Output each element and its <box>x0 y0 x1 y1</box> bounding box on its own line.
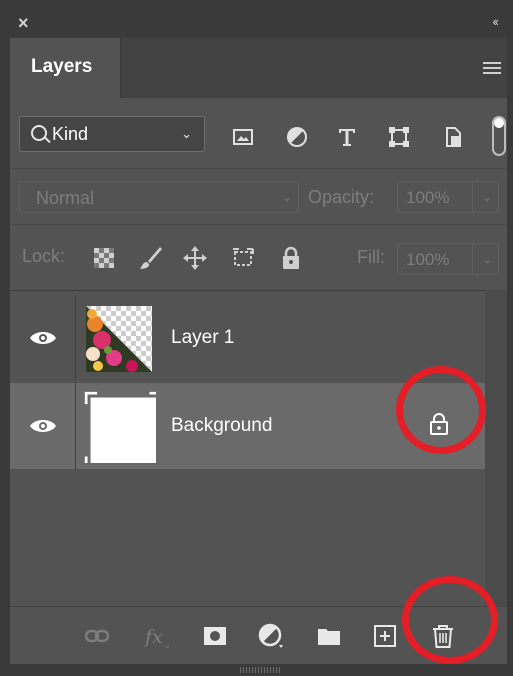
eye-icon[interactable] <box>29 418 57 434</box>
search-icon <box>31 125 47 141</box>
opacity-field[interactable]: 100% ⌄ <box>397 181 499 213</box>
resize-grip-icon[interactable] <box>240 667 280 673</box>
panel-menu-icon[interactable] <box>483 62 501 76</box>
layers-scrollbar[interactable] <box>485 290 507 606</box>
panel-title-bar: × ‹‹ <box>10 8 507 38</box>
highlight-circle-delete <box>402 576 498 664</box>
lock-image-icon[interactable] <box>138 245 164 271</box>
layer-name[interactable]: Background <box>171 415 272 437</box>
fill-label: Fill: <box>357 247 385 267</box>
group-folder-icon[interactable] <box>316 623 342 649</box>
lock-transparent-icon[interactable] <box>91 245 117 271</box>
shape-filter-icon[interactable] <box>388 126 410 148</box>
type-filter-icon[interactable] <box>336 126 358 148</box>
panel-tab-row: Layers <box>10 38 507 98</box>
layer-row-layer-1[interactable]: Layer 1 <box>10 295 485 381</box>
svg-text:fx: fx <box>144 626 163 648</box>
close-panel-icon[interactable]: × <box>18 14 29 32</box>
opacity-label: Opacity: <box>308 187 375 207</box>
fill-field[interactable]: 100% ⌄ <box>397 243 499 275</box>
lock-all-icon[interactable] <box>278 245 304 271</box>
chevron-down-icon: ⌄ <box>181 126 192 141</box>
panel-resize-strip[interactable] <box>10 664 507 676</box>
filter-toggle[interactable] <box>492 116 506 156</box>
filter-row: Kind ⌄ <box>10 98 507 168</box>
layers-list: Layer 1 Background <box>10 290 485 607</box>
tab-layers-label: Layers <box>31 56 93 77</box>
smart-object-filter-icon[interactable] <box>442 126 464 148</box>
link-layers-icon[interactable] <box>84 623 110 649</box>
lock-row: Lock: Fill: 100% ⌄ <box>10 224 507 291</box>
chevron-down-icon: ⌄ <box>482 192 492 204</box>
layers-panel: × ‹‹ Layers Kind ⌄ Normal ⌄ Opacity: 100… <box>10 8 507 676</box>
eye-icon[interactable] <box>29 330 57 346</box>
highlight-circle-lock <box>396 366 486 454</box>
tab-layers[interactable]: Layers <box>10 38 121 98</box>
blend-mode-select[interactable]: Normal ⌄ <box>19 181 299 213</box>
chevron-down-icon: ⌄ <box>282 192 292 204</box>
fill-value: 100% <box>406 250 450 269</box>
fx-icon[interactable]: fx <box>144 623 170 649</box>
chevron-down-icon: ⌄ <box>482 254 492 266</box>
blend-mode-value: Normal <box>36 188 95 208</box>
layer-name[interactable]: Layer 1 <box>171 327 234 349</box>
lock-label: Lock: <box>22 246 66 266</box>
adjustment-filter-icon[interactable] <box>286 126 308 148</box>
image-filter-icon[interactable] <box>232 126 254 148</box>
layer-1-thumbnail <box>86 306 152 372</box>
visibility-toggle[interactable] <box>10 295 76 381</box>
new-layer-icon[interactable] <box>372 623 398 649</box>
filter-kind-select[interactable]: Kind ⌄ <box>19 116 205 152</box>
blend-row: Normal ⌄ Opacity: 100% ⌄ <box>10 168 507 225</box>
opacity-value: 100% <box>406 188 450 207</box>
visibility-toggle[interactable] <box>10 383 76 469</box>
lock-artboard-icon[interactable] <box>230 245 256 271</box>
adjustment-layer-icon[interactable] <box>258 623 284 649</box>
lock-position-icon[interactable] <box>182 245 208 271</box>
background-thumbnail <box>84 391 156 463</box>
filter-kind-label: Kind <box>52 124 89 144</box>
mask-icon[interactable] <box>202 623 228 649</box>
collapse-panel-icon[interactable]: ‹‹ <box>492 15 499 29</box>
